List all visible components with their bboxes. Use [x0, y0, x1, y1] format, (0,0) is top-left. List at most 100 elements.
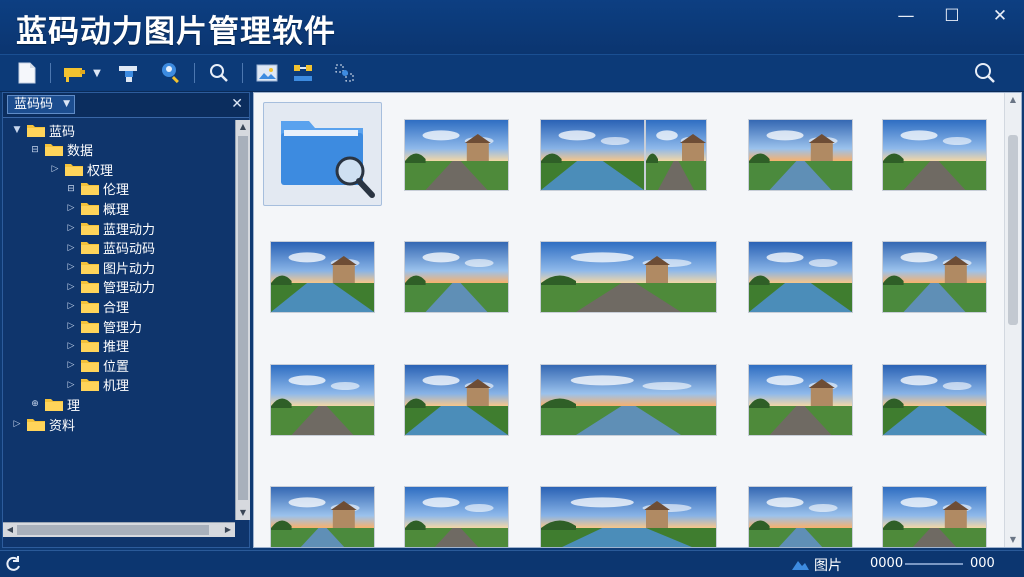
- tree-item[interactable]: ▷ 蓝码动码: [65, 238, 155, 258]
- image-icon[interactable]: [254, 60, 280, 86]
- tree-item-label: 蓝码: [49, 124, 76, 140]
- photo-thumbnail[interactable]: [405, 120, 508, 190]
- photo-thumbnail[interactable]: [883, 120, 986, 190]
- tree-item-label: 管理力: [103, 320, 143, 336]
- photo-thumbnail[interactable]: [883, 487, 986, 547]
- library-dropdown[interactable]: 蓝码码 ▼: [7, 95, 75, 114]
- camera-icon[interactable]: [62, 60, 88, 86]
- tree-toggle-icon[interactable]: ▷: [65, 282, 77, 292]
- settings-icon[interactable]: [332, 60, 358, 86]
- tree-vertical-scrollbar[interactable]: ▲ ▼: [235, 120, 250, 520]
- tree-item-label: 蓝码动码: [103, 242, 156, 258]
- tree-item[interactable]: ▷ 机理: [65, 375, 129, 395]
- photo-thumbnail[interactable]: [271, 365, 374, 435]
- photo-thumbnail[interactable]: [405, 365, 508, 435]
- global-search-icon[interactable]: [972, 60, 998, 86]
- tree-toggle-icon[interactable]: ⊟: [29, 145, 41, 155]
- scroll-up-icon[interactable]: ▲: [236, 120, 250, 134]
- photo-thumbnail[interactable]: [541, 120, 644, 190]
- folder-icon: [81, 261, 99, 274]
- scroll-left-icon[interactable]: ◀: [3, 523, 17, 537]
- tree-toggle-icon[interactable]: ▷: [65, 360, 77, 370]
- scroll-down-icon[interactable]: ▼: [1005, 533, 1021, 547]
- photo-thumbnail[interactable]: [405, 487, 508, 547]
- tree-item[interactable]: ⊟ 伦理: [65, 179, 129, 199]
- tree-toggle-icon[interactable]: ⊕: [29, 399, 41, 409]
- photo-thumbnail[interactable]: [541, 487, 716, 547]
- refresh-icon[interactable]: [4, 555, 22, 573]
- photo-thumbnail[interactable]: [883, 242, 986, 312]
- folder-tree-panel: 蓝码码 ▼ ✕ ▼ 蓝码 ⊟ 数据 ▷ 权理 ⊟ 伦理 ▷ 概理 ▷ 蓝理动力 ▷ 蓝码动码 ▷ 图片动力 ▷ 管…: [2, 92, 250, 548]
- chevron-down-icon[interactable]: ▼: [90, 60, 104, 86]
- tree-item[interactable]: ▼ 蓝码: [11, 120, 75, 140]
- zoom-slider[interactable]: [905, 563, 963, 565]
- scroll-thumb[interactable]: [17, 525, 209, 535]
- tree-toggle-icon[interactable]: ▼: [11, 125, 23, 135]
- photo-thumbnail[interactable]: [646, 120, 706, 190]
- photo-thumbnail[interactable]: [883, 365, 986, 435]
- tree-toggle-icon[interactable]: ▷: [65, 203, 77, 213]
- photo-thumbnail[interactable]: [749, 365, 852, 435]
- tree-item[interactable]: ▷ 位置: [65, 355, 129, 375]
- tree-item-label: 推理: [103, 340, 130, 356]
- tree-item[interactable]: ▷ 合理: [65, 296, 129, 316]
- tree-toggle-icon[interactable]: ▷: [49, 164, 61, 174]
- maximize-button[interactable]: ☐: [930, 4, 974, 28]
- folder-icon: [81, 183, 99, 196]
- photo-thumbnail[interactable]: [271, 242, 374, 312]
- tree-toggle-icon[interactable]: ▷: [11, 419, 23, 429]
- scroll-right-icon[interactable]: ▶: [221, 523, 235, 537]
- tree-toggle-icon[interactable]: ⊟: [65, 184, 77, 194]
- photo-thumbnail[interactable]: [541, 365, 716, 435]
- tree-item[interactable]: ▷ 蓝理动力: [65, 218, 155, 238]
- status-count: 0000: [870, 556, 904, 571]
- tree-toggle-icon[interactable]: ▷: [65, 262, 77, 272]
- tree-item[interactable]: ▷ 推理: [65, 336, 129, 356]
- photo-thumbnail[interactable]: [541, 242, 716, 312]
- tree-toggle-icon[interactable]: ▷: [65, 301, 77, 311]
- scroll-thumb[interactable]: [238, 136, 248, 500]
- search-icon[interactable]: [206, 60, 232, 86]
- folder-search-icon: [281, 121, 375, 198]
- folder-icon: [81, 340, 99, 353]
- close-button[interactable]: ✕: [978, 4, 1022, 28]
- status-bar: 图片 0000 000: [0, 550, 1024, 577]
- panel-close-button[interactable]: ✕: [231, 96, 243, 112]
- folder-search-tile[interactable]: [263, 102, 382, 206]
- photo-thumbnail[interactable]: [405, 242, 508, 312]
- folder-icon: [27, 418, 45, 431]
- grid-vertical-scrollbar[interactable]: ▲ ▼: [1004, 93, 1021, 547]
- filter-icon[interactable]: [116, 60, 142, 86]
- tree-item-label: 理: [67, 398, 81, 414]
- thumbnail-grid: ▲ ▼: [253, 92, 1022, 548]
- new-file-icon[interactable]: [14, 60, 40, 86]
- scroll-down-icon[interactable]: ▼: [236, 506, 250, 520]
- app-title: 蓝码动力图片管理软件: [16, 14, 336, 50]
- tree-toggle-icon[interactable]: ▷: [65, 380, 77, 390]
- tree-toggle-icon[interactable]: ▷: [65, 321, 77, 331]
- tree-item[interactable]: ▷ 图片动力: [65, 257, 155, 277]
- scroll-thumb[interactable]: [1008, 135, 1018, 325]
- tree-toggle-icon[interactable]: ▷: [65, 243, 77, 253]
- tree-item[interactable]: ▷ 资料: [11, 414, 75, 434]
- tree-toggle-icon[interactable]: ▷: [65, 341, 77, 351]
- tree-item-label: 伦理: [103, 183, 130, 199]
- tree-item[interactable]: ▷ 管理力: [65, 316, 142, 336]
- tree-item[interactable]: ⊕ 理: [29, 394, 80, 414]
- tree-item[interactable]: ▷ 管理动力: [65, 277, 155, 297]
- folder-icon: [81, 281, 99, 294]
- photo-thumbnail[interactable]: [749, 242, 852, 312]
- tree-toggle-icon[interactable]: ▷: [65, 223, 77, 233]
- scroll-up-icon[interactable]: ▲: [1005, 93, 1021, 107]
- minimize-button[interactable]: —: [884, 4, 928, 28]
- photo-thumbnail[interactable]: [271, 487, 374, 547]
- tree-horizontal-scrollbar[interactable]: ◀ ▶: [3, 522, 235, 537]
- photo-thumbnail[interactable]: [749, 487, 852, 547]
- tree-item[interactable]: ⊟ 数据: [29, 140, 93, 160]
- tree-item[interactable]: ▷ 权理: [49, 159, 113, 179]
- tree-item[interactable]: ▷ 概理: [65, 198, 129, 218]
- folder-icon: [45, 398, 63, 411]
- photo-thumbnail[interactable]: [749, 120, 852, 190]
- transfer-icon[interactable]: [290, 60, 316, 86]
- person-search-icon[interactable]: [158, 60, 184, 86]
